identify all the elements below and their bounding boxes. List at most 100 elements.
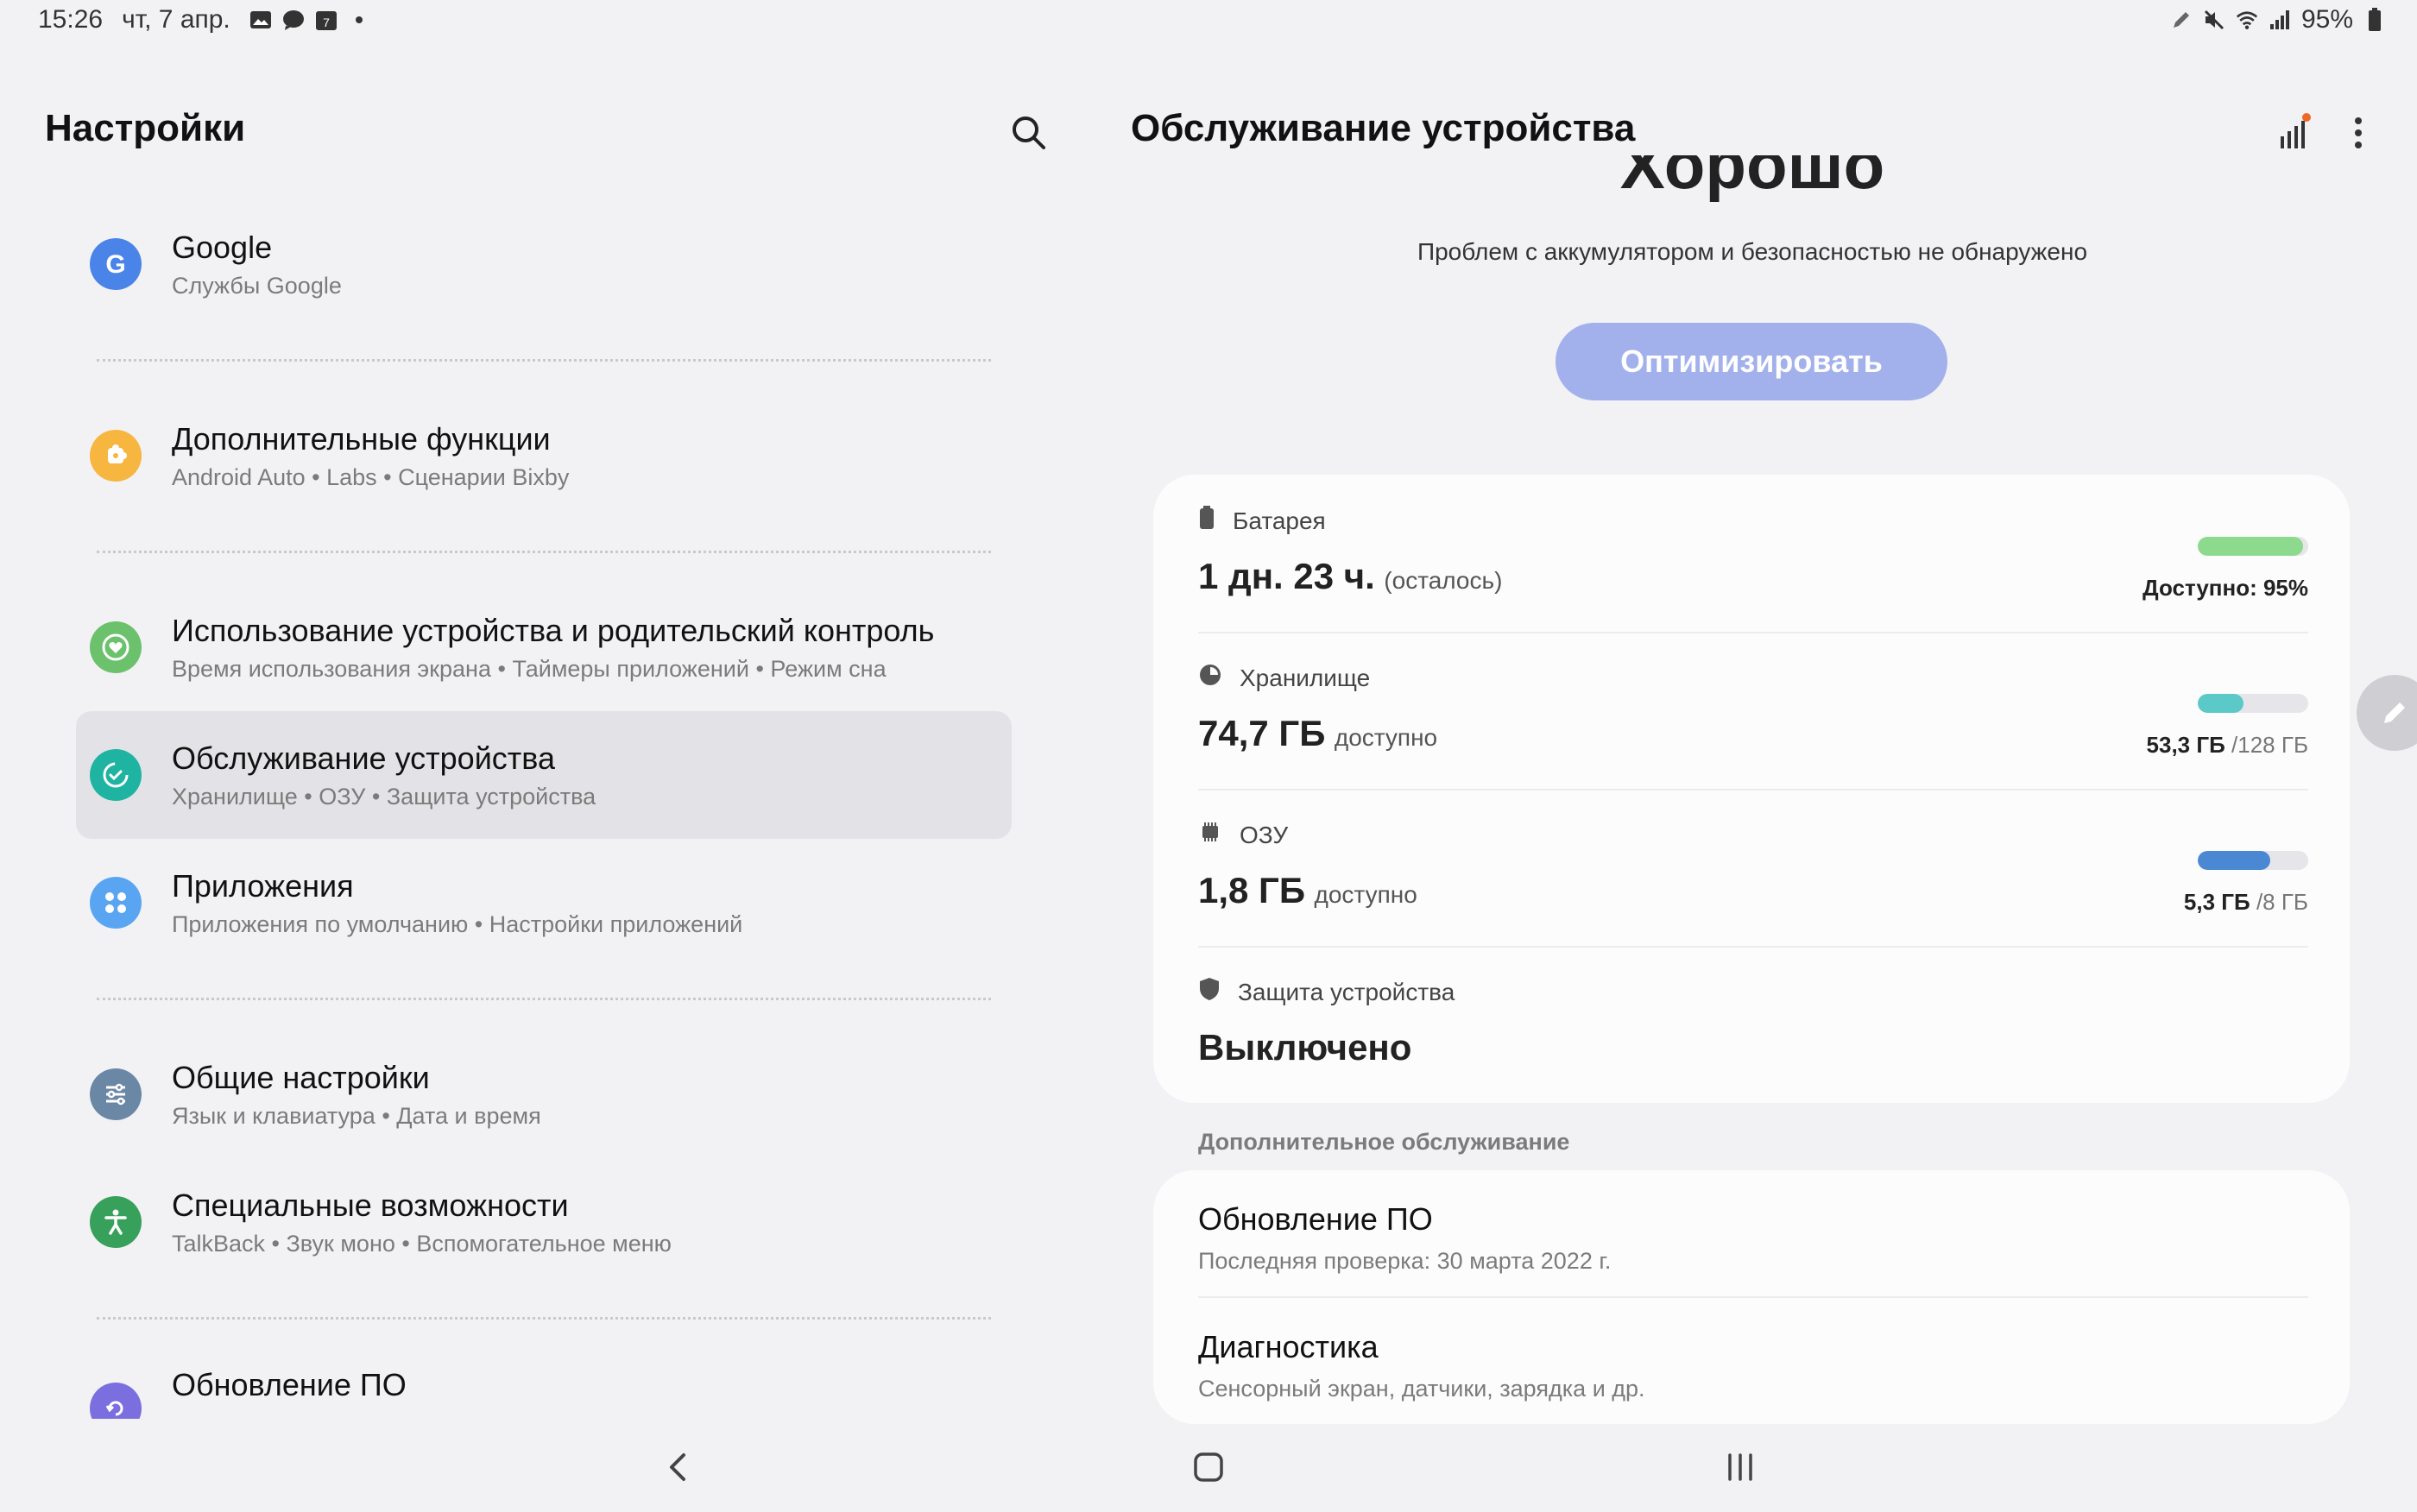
additional-care-header: Дополнительное обслуживание <box>1198 1129 1570 1155</box>
item-title: Приложения <box>172 868 354 904</box>
item-subtitle: Время использования экрана • Таймеры при… <box>172 656 887 682</box>
recents-icon[interactable] <box>1723 1450 1758 1484</box>
puzzle-icon <box>90 430 142 482</box>
sliders-icon <box>90 1068 142 1120</box>
settings-item-device-care[interactable]: Обслуживание устройства Хранилище • ОЗУ … <box>76 711 1012 839</box>
apps-icon <box>90 877 142 929</box>
shield-icon <box>1198 977 1221 1007</box>
storage-total: /128 ГБ <box>2231 732 2308 758</box>
more-options-icon[interactable] <box>2341 112 2376 154</box>
ram-label: ОЗУ <box>1240 821 1289 848</box>
google-icon: G <box>90 238 142 290</box>
item-title: Обновление ПО <box>172 1367 407 1402</box>
protection-value: Выключено <box>1198 1027 1412 1068</box>
status-message: Проблем с аккумулятором и безопасностью … <box>1417 238 2088 265</box>
entry-title: Обновление ПО <box>1198 1201 1433 1237</box>
item-subtitle: Приложения по умолчанию • Настройки прил… <box>172 911 743 937</box>
divider <box>76 967 1012 1030</box>
battery-percent: 95% <box>2300 5 2353 34</box>
svg-text:7: 7 <box>323 16 330 29</box>
ram-bar <box>2198 851 2308 870</box>
divider <box>76 1286 1012 1350</box>
svg-text:G: G <box>105 250 125 279</box>
settings-item-wellbeing[interactable]: Использование устройства и родительский … <box>76 583 1012 711</box>
settings-list: G Google Службы Google Дополнительные фу… <box>76 200 1012 1419</box>
item-subtitle: Службы Google <box>172 273 342 299</box>
divider <box>76 520 1012 583</box>
ram-bar-fill <box>2198 851 2271 870</box>
item-subtitle: TalkBack • Звук моно • Вспомогательное м… <box>172 1231 672 1257</box>
battery-row[interactable]: Батарея 1 дн. 23 ч. (осталось) Доступно:… <box>1198 475 2308 632</box>
storage-used: 53,3 ГБ <box>2146 732 2225 758</box>
divider <box>1198 1296 2308 1298</box>
date: чт, 7 апр. <box>122 5 230 34</box>
diagnostics-entry[interactable]: Диагностика Сенсорный экран, датчики, за… <box>1198 1329 2308 1402</box>
battery-icon <box>1198 506 1215 536</box>
device-care-title: Обслуживание устройства <box>1131 107 1636 149</box>
ram-usage: 5,3 ГБ /8 ГБ <box>2184 889 2308 916</box>
status-bar: 15:26 чт, 7 апр. 7 95% <box>0 0 2417 47</box>
edit-icon[interactable] <box>2357 675 2417 751</box>
status-card: Батарея 1 дн. 23 ч. (осталось) Доступно:… <box>1153 475 2350 1103</box>
item-title: Общие настройки <box>172 1060 430 1095</box>
item-title: Google <box>172 230 273 265</box>
storage-usage: 53,3 ГБ /128 ГБ <box>2147 732 2308 759</box>
settings-item-google[interactable]: G Google Службы Google <box>76 200 1012 328</box>
wifi-icon <box>2236 9 2258 31</box>
additional-care-card: Обновление ПО Последняя проверка: 30 мар… <box>1153 1170 2350 1424</box>
item-title: Дополнительные функции <box>172 421 551 457</box>
ram-suffix: доступно <box>1314 881 1417 908</box>
storage-suffix: доступно <box>1334 724 1438 751</box>
chip-icon <box>1198 820 1222 850</box>
ram-row[interactable]: ОЗУ 1,8 ГБ доступно 5,3 ГБ /8 ГБ <box>1198 789 2308 946</box>
entry-subtitle: Последняя проверка: 30 марта 2022 г. <box>1198 1248 1612 1274</box>
storage-bar-fill <box>2198 694 2244 713</box>
battery-value: 1 дн. 23 ч. <box>1198 556 1375 596</box>
settings-item-accessibility[interactable]: Специальные возможности TalkBack • Звук … <box>76 1158 1012 1286</box>
storage-value: 74,7 ГБ <box>1198 713 1326 753</box>
gallery-icon <box>249 9 272 31</box>
mute-icon <box>2203 9 2225 31</box>
entry-subtitle: Сенсорный экран, датчики, зарядка и др. <box>1198 1376 1645 1402</box>
settings-item-advanced-features[interactable]: Дополнительные функции Android Auto • La… <box>76 392 1012 520</box>
dot-icon <box>348 9 370 31</box>
ram-value: 1,8 ГБ <box>1198 870 1306 910</box>
ram-used: 5,3 ГБ <box>2183 889 2250 915</box>
calendar-icon: 7 <box>315 9 338 31</box>
status-word: Хорошо <box>1619 155 1885 203</box>
item-title: Использование устройства и родительский … <box>172 613 935 648</box>
settings-item-general[interactable]: Общие настройки Язык и клавиатура • Дата… <box>76 1030 1012 1158</box>
storage-row[interactable]: Хранилище 74,7 ГБ доступно 53,3 ГБ /128 … <box>1198 632 2308 789</box>
pie-icon <box>1198 663 1222 693</box>
back-icon[interactable] <box>661 1446 696 1488</box>
care-icon <box>90 749 142 801</box>
item-title: Специальные возможности <box>172 1188 569 1223</box>
item-subtitle: Язык и клавиатура • Дата и время <box>172 1103 541 1129</box>
pen-icon <box>2170 9 2193 31</box>
settings-title: Настройки <box>45 107 246 149</box>
settings-item-software-update[interactable]: Обновление ПО <box>76 1350 1012 1419</box>
search-icon[interactable] <box>1007 110 1051 155</box>
update-icon <box>90 1383 142 1419</box>
battery-suffix: (осталось) <box>1384 567 1503 594</box>
home-icon[interactable] <box>1193 1452 1224 1483</box>
chat-icon <box>282 9 305 31</box>
item-subtitle: Android Auto • Labs • Сценарии Bixby <box>172 464 570 490</box>
divider <box>76 328 1012 392</box>
stats-icon[interactable] <box>2275 112 2317 154</box>
status-word-clipped: Хорошо <box>1467 155 2037 216</box>
battery-bar <box>2198 537 2308 556</box>
heart-icon <box>90 621 142 673</box>
battery-available: Доступно: 95% <box>2142 575 2308 601</box>
protection-row[interactable]: Защита устройства Выключено <box>1198 946 2308 1103</box>
software-update-entry[interactable]: Обновление ПО Последняя проверка: 30 мар… <box>1198 1201 2308 1275</box>
item-subtitle: Хранилище • ОЗУ • Защита устройства <box>172 784 596 810</box>
settings-item-apps[interactable]: Приложения Приложения по умолчанию • Нас… <box>76 839 1012 967</box>
battery-icon <box>2363 8 2386 31</box>
protection-label: Защита устройства <box>1238 978 1455 1005</box>
storage-label: Хранилище <box>1240 664 1371 691</box>
entry-title: Диагностика <box>1198 1329 1379 1364</box>
optimize-button[interactable]: Оптимизировать <box>1556 323 1947 400</box>
item-title: Обслуживание устройства <box>172 740 556 776</box>
ram-total: /8 ГБ <box>2256 889 2308 915</box>
